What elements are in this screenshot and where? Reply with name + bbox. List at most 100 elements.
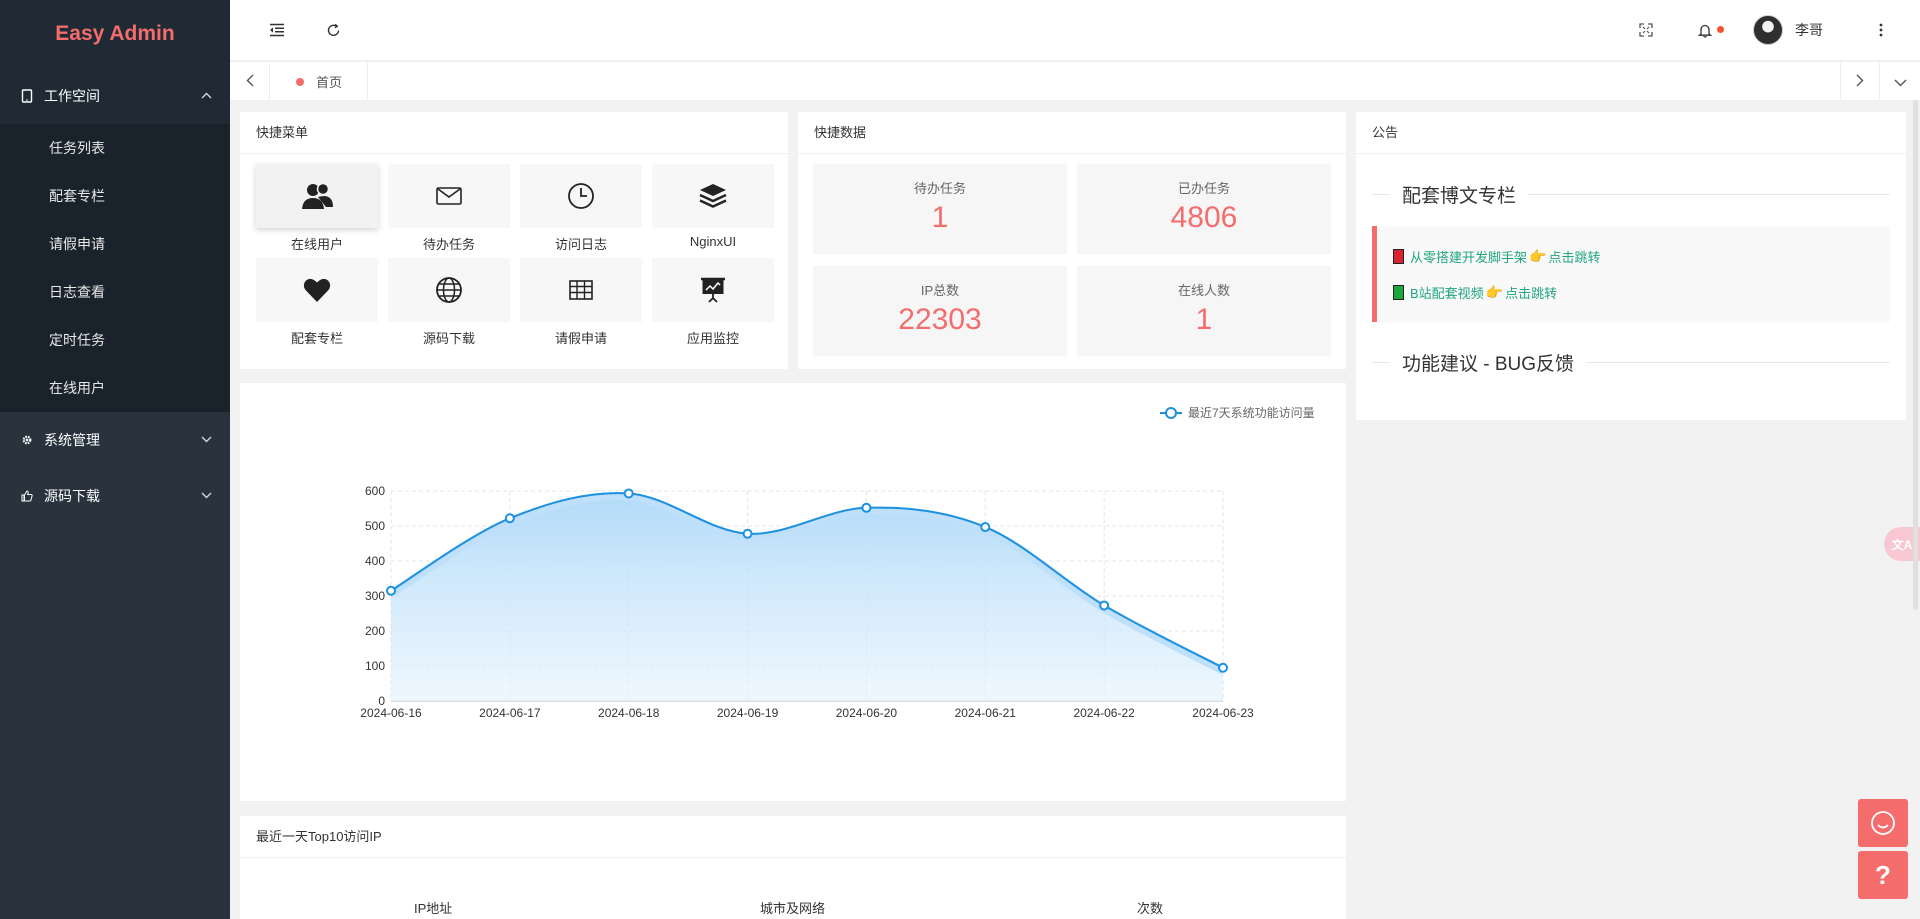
data-point [861,502,872,513]
pointing-hand-icon: 👉 [1529,247,1547,264]
quick-menu-item-monitor[interactable]: 应用监控 [652,258,774,346]
y-tick-label: 400 [365,554,385,568]
thumbs-up-icon [20,489,34,503]
sidebar-item-scheduled[interactable]: 定时任务 [0,316,230,364]
red-book-icon [1393,248,1404,264]
quick-menu-label: 源码下载 [422,331,475,346]
sidebar-item-leave[interactable]: 请假申请 [0,220,230,268]
tablet-icon [20,89,34,103]
x-tick-label: 2024-06-17 [479,706,541,720]
stat-card-pending[interactable]: 待办任务 1 [813,164,1067,254]
workspace-submenu: 任务列表 配套专栏 请假申请 日志查看 定时任务 在线用户 [0,124,230,412]
quick-menu-label: 访问日志 [554,237,607,252]
notice-link-action: 点击跳转 [1505,285,1558,301]
notice-section-blog: 配套博文专栏 [1372,184,1890,207]
divider [1372,193,1390,195]
tab-options[interactable] [1880,62,1920,101]
menu-source[interactable]: 源码下载 [0,468,230,524]
menu-workspace-title[interactable]: 工作空间 [0,68,230,124]
quick-menu-item-nginxui[interactable]: NginxUI [652,164,774,252]
chevron-down-icon [201,490,212,502]
menu-workspace-label: 工作空间 [44,88,100,104]
quick-menu-item-todo[interactable]: 待办任务 [388,164,510,252]
quick-menu-item-access-log[interactable]: 访问日志 [520,164,642,252]
visits-chart: 01002003004005006002024-06-16 2024-06-17 2… [360,406,1315,720]
stat-value: 1 [1195,303,1213,336]
stat-card-ip-total[interactable]: IP总数 22303 [813,266,1067,356]
menu-source-label: 源码下载 [44,488,100,504]
user-name[interactable]: 李哥 [1795,20,1823,40]
page-scrollbar[interactable] [1913,100,1918,610]
divider [1372,361,1390,363]
x-tick-label: 2024-06-22 [1073,706,1135,720]
sidebar-item-online-users[interactable]: 在线用户 [0,364,230,412]
menu-system-label: 系统管理 [44,432,100,448]
quick-data-panel: 快捷数据 待办任务 1 已办任务 4806 IP总数 22303 在线人数 1 [798,112,1346,369]
menu-system-title[interactable]: 系统管理 [0,412,230,468]
mail-icon [388,164,510,228]
help-icon[interactable]: ? [1858,851,1908,899]
x-tick-label: 2024-06-23 [1192,706,1254,720]
refresh-icon[interactable] [324,21,342,39]
quick-menu-item-online-users[interactable]: 在线用户 [256,164,378,252]
gear-icon [20,433,34,447]
notice-link-scaffold[interactable]: 从零搭建开发脚手架 👉 点击跳转 [1393,238,1874,274]
quick-data-grid: 待办任务 1 已办任务 4806 IP总数 22303 在线人数 1 [813,164,1331,356]
quick-menu-label: 请假申请 [554,331,607,346]
quick-menu-item-leave[interactable]: 请假申请 [520,258,642,346]
quick-menu-panel: 快捷菜单 在线用户 待办任务 访问日志 NginxUI 配套专栏 源码下载 请假… [240,112,788,369]
sidebar: Easy Admin 工作空间 任务列表 配套专栏 请假申请 日志查看 定时任务… [0,0,230,919]
quick-menu-item-column[interactable]: 配套专栏 [256,258,378,346]
fullscreen-icon[interactable] [1637,21,1655,39]
chevron-down-icon [201,434,212,446]
stat-card-done[interactable]: 已办任务 4806 [1077,164,1331,254]
menu-collapse-icon[interactable] [268,21,286,39]
y-tick-label: 300 [365,589,385,603]
data-point [504,513,515,524]
divider [1528,193,1890,195]
notice-link-text: B站配套视频 [1410,285,1484,301]
x-tick-label: 2024-06-18 [598,706,660,720]
notice-section-feedback: 功能建议 - BUG反馈 [1372,352,1890,375]
quick-data-title: 快捷数据 [798,112,1346,154]
notice-links: 从零搭建开发脚手架 👉 点击跳转 B站配套视频 👉 点击跳转 [1372,226,1890,322]
chevron-left-icon [246,74,254,90]
tab-home[interactable]: 首页 [272,62,368,101]
sidebar-item-logs[interactable]: 日志查看 [0,268,230,316]
y-tick-label: 200 [365,624,385,638]
sidebar-item-task-list[interactable]: 任务列表 [0,124,230,172]
sidebar-item-column[interactable]: 配套专栏 [0,172,230,220]
quick-menu-label: 配套专栏 [290,331,343,346]
chevron-up-icon [201,90,212,102]
globe-icon [388,258,510,322]
stat-value: 22303 [898,303,982,336]
column-header-city: 城市及网络 [760,901,826,916]
menu-system[interactable]: 系统管理 [0,412,230,468]
stat-card-online[interactable]: 在线人数 1 [1077,266,1331,356]
data-point [1099,600,1110,611]
legend-label: 最近7天系统功能访问量 [1188,406,1315,420]
notice-link-video[interactable]: B站配套视频 👉 点击跳转 [1393,274,1874,310]
quick-menu-title: 快捷菜单 [240,112,788,154]
bell-icon[interactable] [1696,21,1714,39]
more-vertical-icon[interactable] [1872,21,1890,39]
notice-panel: 公告 配套博文专栏 从零搭建开发脚手架 👉 点击跳转 B站配套视频 👉 点击跳转… [1356,112,1906,420]
avatar[interactable] [1753,15,1783,45]
menu-workspace[interactable]: 工作空间 任务列表 配套专栏 请假申请 日志查看 定时任务 在线用户 [0,68,230,412]
data-point [623,488,634,499]
table-icon [520,258,642,322]
green-book-icon [1393,284,1404,300]
notice-link-action: 点击跳转 [1548,249,1601,265]
smile-icon[interactable] [1858,799,1908,847]
quick-menu-label: NginxUI [689,234,737,249]
quick-menu-item-source[interactable]: 源码下载 [388,258,510,346]
menu-source-title[interactable]: 源码下载 [0,468,230,524]
tab-scroll-left[interactable] [230,62,270,101]
chart-panel: 0 100 200 300 400 500 600 2024-06-16 2024-06-17 2… [240,383,1346,801]
tab-scroll-right[interactable] [1840,62,1880,101]
tab-active-dot [296,77,304,86]
brand-logo[interactable]: Easy Admin [0,0,230,68]
heart-icon [256,258,378,322]
stat-value: 4806 [1170,201,1238,234]
y-tick-label: 100 [365,659,385,673]
